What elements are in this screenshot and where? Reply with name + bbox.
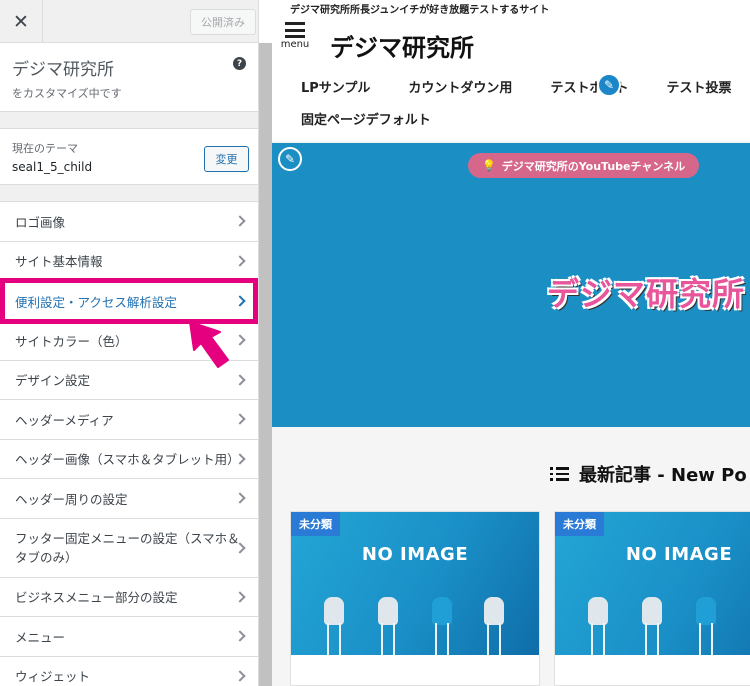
section-list: ロゴ画像 サイト基本情報 便利設定・アクセス解析設定 サイトカラー（色） デザイ… [0, 201, 258, 686]
section-label: ロゴ画像 [15, 214, 66, 230]
chevron-right-icon [234, 215, 246, 227]
section-footer-fixed-menu[interactable]: フッター固定メニューの設定（スマホ＆ タブのみ） [0, 518, 258, 578]
nav-item-test-vote[interactable]: テスト投票 [666, 77, 731, 96]
site-subtitle: をカスタマイズ中です [12, 87, 122, 100]
section-label: メニュー [15, 629, 66, 645]
section-header-image-mobile[interactable]: ヘッダー画像（スマホ＆タブレット用） [0, 439, 258, 479]
global-nav: LPサンプル カウントダウン用 テストポスト テスト投票 [301, 77, 750, 96]
section-label: サイトカラー（色） [15, 333, 128, 349]
hero-logo-text: デジマ研究所 [547, 275, 746, 313]
publish-button[interactable]: 公開済み [190, 9, 256, 35]
current-theme: 現在のテーマ seal1_5_child 変更 [0, 128, 258, 185]
help-icon[interactable]: ? [233, 57, 246, 70]
section-label: ビジネスメニュー部分の設定 [15, 590, 178, 606]
change-theme-button[interactable]: 変更 [204, 146, 249, 172]
nav-item-lp-sample[interactable]: LPサンプル [301, 77, 370, 96]
close-icon[interactable]: ✕ [0, 0, 43, 43]
chair-image [639, 597, 665, 655]
chair-image [693, 597, 719, 655]
section-label: ヘッダーメディア [15, 412, 114, 428]
hero-logo: デジマ研究所 [547, 269, 745, 315]
chevron-right-icon [234, 413, 246, 425]
section-header-settings[interactable]: ヘッダー周りの設定 [0, 479, 258, 519]
customizer-topbar: ✕ 公開済み [0, 0, 258, 43]
chevron-right-icon [234, 591, 246, 603]
latest-posts-title: 最新記事 - New Po [579, 465, 747, 486]
chevron-right-icon [234, 492, 246, 504]
chevron-right-icon [234, 670, 246, 682]
section-label: フッター固定メニューの設定（スマホ＆ タブのみ） [15, 529, 240, 567]
no-image-label: NO IMAGE [625, 544, 733, 565]
edit-pencil-icon[interactable]: ✎ [278, 147, 302, 171]
nav-item-fixed-page-default[interactable]: 固定ページデフォルト [301, 109, 431, 128]
chair-image [321, 597, 347, 655]
chair-image [481, 597, 507, 655]
section-site-info[interactable]: サイト基本情報 [0, 241, 258, 281]
site-header: デジマ研究所所長ジュンイチが好き放題テストするサイト menu デジマ研究所 L… [272, 0, 750, 141]
edit-pencil-icon[interactable]: ✎ [597, 73, 621, 97]
list-icon [550, 467, 569, 481]
latest-posts-heading: 最新記事 - New Po [550, 461, 747, 487]
section-widgets[interactable]: ウィジェット [0, 656, 258, 686]
section-label: ヘッダー周りの設定 [15, 491, 128, 507]
site-tagline: デジマ研究所所長ジュンイチが好き放題テストするサイト [290, 5, 550, 16]
chevron-right-icon [234, 295, 246, 307]
section-label: サイト基本情報 [15, 254, 103, 270]
section-label-line1: フッター固定メニューの設定（スマホ＆ [15, 530, 240, 546]
nav-item-countdown[interactable]: カウントダウン用 [408, 77, 512, 96]
post-card[interactable]: NO IMAGE 未分類 [554, 511, 750, 686]
category-badge[interactable]: 未分類 [555, 512, 604, 536]
chair-image [375, 597, 401, 655]
chair-image [429, 597, 455, 655]
hero-banner: ✎ 💡 デジマ研究所のYouTubeチャンネル デジマ研究所 [272, 143, 750, 427]
no-image-label: NO IMAGE [361, 544, 469, 565]
site-preview: デジマ研究所所長ジュンイチが好き放題テストするサイト menu デジマ研究所 L… [272, 0, 750, 686]
notice-bar[interactable]: 💡 デジマ研究所のYouTubeチャンネル [468, 153, 700, 178]
chevron-right-icon [234, 255, 246, 267]
chevron-right-icon [234, 334, 246, 346]
section-convenience-analytics[interactable]: 便利設定・アクセス解析設定 [0, 278, 258, 324]
hamburger-icon [285, 22, 305, 38]
section-business-menu[interactable]: ビジネスメニュー部分の設定 [0, 577, 258, 617]
section-header-media[interactable]: ヘッダーメディア [0, 400, 258, 440]
panel-scrollbar[interactable] [259, 43, 272, 686]
section-logo-image[interactable]: ロゴ画像 [0, 202, 258, 242]
site-info: デジマ研究所 をカスタマイズ中です ? [0, 43, 258, 112]
chair-image [585, 597, 611, 655]
category-badge[interactable]: 未分類 [291, 512, 340, 536]
menu-label: menu [280, 39, 310, 50]
section-label: ヘッダー画像（スマホ＆タブレット用） [15, 452, 240, 468]
section-label-line2: タブのみ） [15, 549, 78, 565]
section-label: 便利設定・アクセス解析設定 [15, 294, 177, 310]
section-menus[interactable]: メニュー [0, 617, 258, 657]
notice-text: デジマ研究所のYouTubeチャンネル [501, 159, 686, 173]
pointer-arrow-icon [189, 321, 229, 368]
lightbulb-icon: 💡 [482, 159, 496, 172]
hamburger-menu-button[interactable]: menu [280, 22, 310, 50]
site-brand[interactable]: デジマ研究所 [330, 28, 474, 63]
post-card[interactable]: NO IMAGE 未分類 [290, 511, 540, 686]
site-title: デジマ研究所 [12, 60, 114, 80]
chevron-right-icon [234, 630, 246, 642]
chevron-right-icon [234, 374, 246, 386]
section-label: ウィジェット [15, 669, 91, 685]
section-label: デザイン設定 [15, 373, 91, 389]
